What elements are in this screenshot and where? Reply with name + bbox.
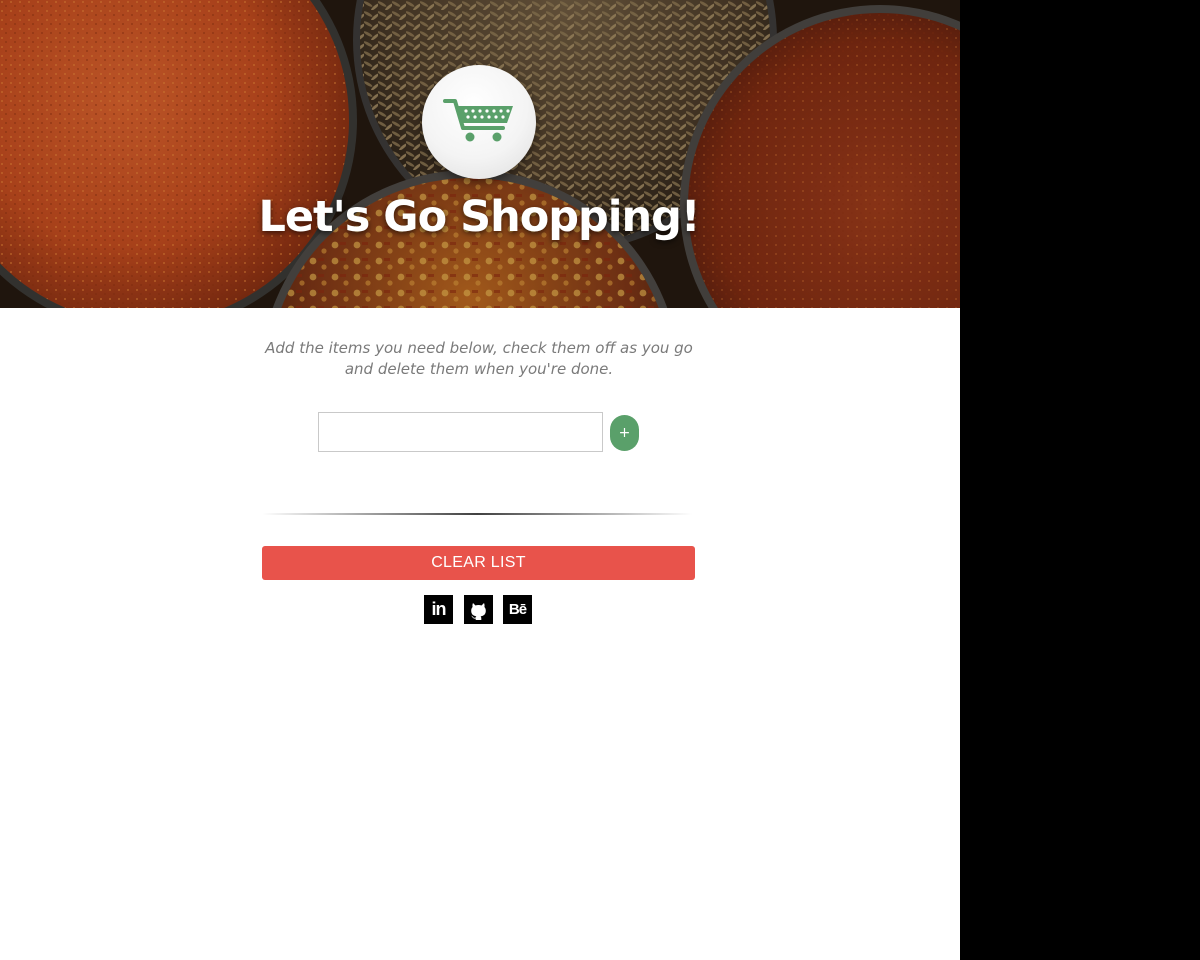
behance-icon: Bē — [508, 601, 527, 618]
item-input[interactable] — [318, 412, 603, 452]
github-icon — [464, 595, 493, 624]
page-title: Let's Go Shopping! — [258, 192, 700, 242]
page: Let's Go Shopping! Add the items you nee… — [0, 0, 960, 960]
hero-banner: Let's Go Shopping! — [0, 0, 960, 308]
behance-link[interactable]: Bē — [503, 595, 532, 624]
empty-viewport-area — [960, 0, 1200, 960]
shopping-cart-icon — [443, 95, 515, 149]
linkedin-icon: in — [431, 599, 447, 619]
github-link[interactable] — [464, 595, 493, 624]
intro-text: Add the items you need below, check them… — [265, 339, 693, 378]
linkedin-link[interactable]: in — [424, 595, 453, 624]
logo-badge — [422, 65, 536, 179]
divider — [262, 513, 692, 515]
clear-list-button[interactable]: CLEAR LIST — [262, 546, 695, 580]
add-item-button[interactable]: + — [610, 415, 639, 451]
